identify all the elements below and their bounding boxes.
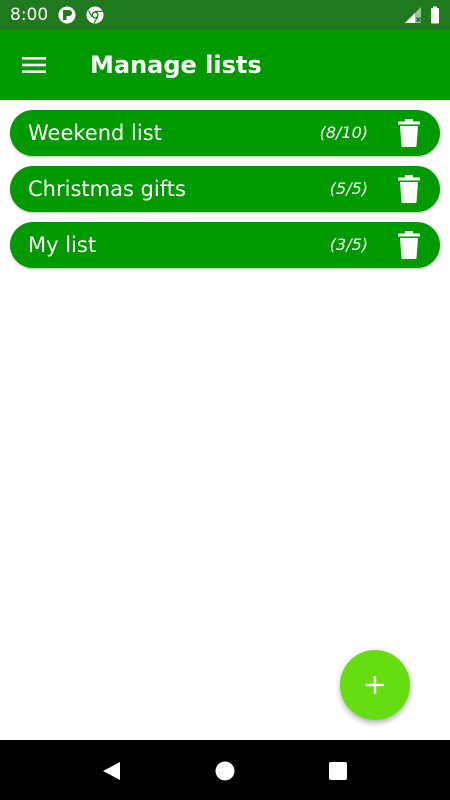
list-name: My list	[28, 233, 97, 257]
trash-icon[interactable]	[396, 118, 422, 148]
list-count: (5/5)	[329, 179, 368, 198]
page-title: Manage lists	[90, 51, 262, 79]
hamburger-menu-icon[interactable]	[16, 47, 52, 83]
navigation-bar	[0, 740, 450, 800]
signal-icon	[404, 6, 422, 24]
add-list-button[interactable]	[340, 650, 410, 720]
chrome-icon	[86, 6, 104, 24]
screen: 8:00 Manage lists Weekend list (8/10) Ch…	[0, 0, 450, 800]
plus-icon	[364, 674, 386, 696]
status-time: 8:00	[10, 5, 49, 25]
battery-icon	[426, 6, 444, 24]
app-bar: Manage lists	[0, 30, 450, 100]
list-count: (3/5)	[329, 235, 368, 254]
list-item[interactable]: Christmas gifts (5/5)	[10, 166, 440, 212]
home-icon[interactable]	[214, 760, 236, 782]
notification-app-icon	[58, 6, 76, 24]
status-bar: 8:00	[0, 0, 450, 30]
list-name: Weekend list	[28, 121, 162, 145]
trash-icon[interactable]	[396, 230, 422, 260]
list-count: (8/10)	[319, 123, 368, 142]
lists-container: Weekend list (8/10) Christmas gifts (5/5…	[10, 110, 440, 278]
list-item[interactable]: My list (3/5)	[10, 222, 440, 268]
trash-icon[interactable]	[396, 174, 422, 204]
list-item[interactable]: Weekend list (8/10)	[10, 110, 440, 156]
back-icon[interactable]	[100, 760, 122, 782]
recents-icon[interactable]	[327, 760, 349, 782]
list-name: Christmas gifts	[28, 177, 186, 201]
